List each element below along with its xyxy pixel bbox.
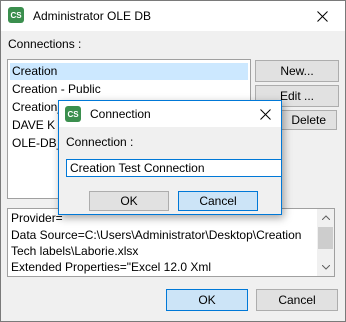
details-scrollbar[interactable] <box>317 209 334 276</box>
dialog-app-icon: CS <box>65 106 81 122</box>
list-item[interactable]: Creation <box>10 63 248 80</box>
details-line: Tech labels\Laborie.xlsx <box>11 244 139 258</box>
scroll-thumb[interactable] <box>318 227 333 249</box>
connection-field-label: Connection : <box>66 135 134 149</box>
connection-name-input[interactable] <box>66 159 282 177</box>
dialog-cancel-button[interactable]: Cancel <box>178 191 258 211</box>
dialog-title: Connection <box>90 107 151 121</box>
list-item[interactable]: Creation - Public <box>10 81 101 98</box>
title-bar: CS Administrator OLE DB <box>1 1 345 31</box>
dialog-ok-button[interactable]: OK <box>89 191 169 211</box>
details-line: Data Source=C:\Users\Administrator\Deskt… <box>11 228 302 242</box>
connections-label: Connections : <box>8 37 82 51</box>
chevron-down-icon <box>321 265 330 270</box>
details-line: Extended Properties="Excel 12.0 Xml <box>11 260 212 274</box>
dialog-close-button[interactable] <box>249 101 281 127</box>
window-title: Administrator OLE DB <box>33 9 152 23</box>
ok-button[interactable]: OK <box>166 289 248 311</box>
cancel-button[interactable]: Cancel <box>256 289 338 311</box>
close-icon <box>259 108 271 120</box>
dialog-title-bar: CS Connection <box>59 101 281 127</box>
close-icon <box>316 10 328 22</box>
close-button[interactable] <box>299 1 345 31</box>
details-line: Provider= <box>11 211 63 225</box>
app-icon: CS <box>8 7 24 23</box>
chevron-up-icon <box>321 215 330 220</box>
new-button[interactable]: New... <box>255 60 339 82</box>
connection-details: Provider= Data Source=C:\Users\Administr… <box>7 208 335 277</box>
list-item[interactable]: Creation_ <box>10 99 64 116</box>
list-item[interactable]: DAVE K <box>10 117 55 134</box>
scroll-down-button[interactable] <box>317 259 334 276</box>
connection-dialog: CS Connection Connection : OK Cancel <box>58 100 282 215</box>
scroll-up-button[interactable] <box>317 209 334 226</box>
